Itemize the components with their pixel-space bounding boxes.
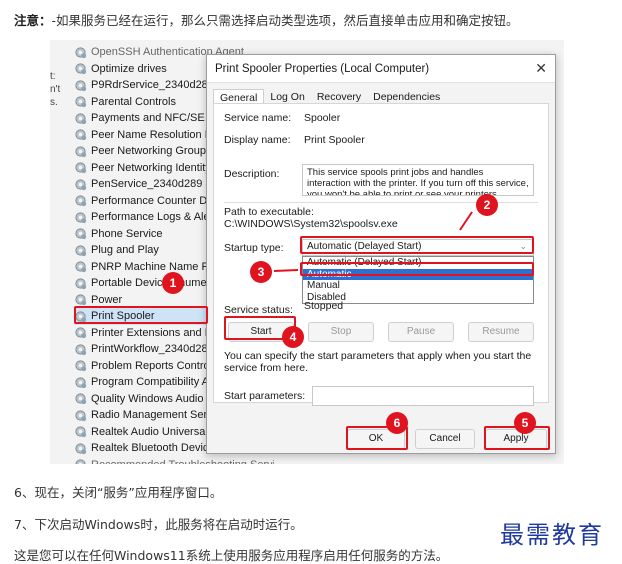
- arrow-3: [273, 269, 299, 272]
- step-badge-2: 2: [476, 194, 498, 216]
- watermark-logo: 最需教育: [500, 521, 604, 549]
- services-screenshot: t: n't s. OpenSSH Authentication Agent Op…: [50, 40, 564, 464]
- step-badge-6: 6: [386, 412, 408, 434]
- step-badge-5: 5: [514, 412, 536, 434]
- summary-text: 这是您可以在任何Windows11系统上使用服务应用程序启用任何服务的方法。: [14, 548, 449, 563]
- step-badge-4: 4: [282, 326, 304, 348]
- step-7-text: 7、下次启动Windows时，此服务将在启动时运行。: [14, 517, 303, 532]
- step-6-text: 6、现在，关闭“服务”应用程序窗口。: [14, 485, 223, 500]
- step-badge-3: 3: [250, 261, 272, 283]
- note-label: 注意：: [14, 13, 52, 28]
- note-text: -如果服务已经在运行，那么只需选择启动类型选项，然后直接单击应用和确定按钮。: [51, 13, 519, 28]
- annotation-arrows: [273, 211, 473, 272]
- note-line: 注意：-如果服务已经在运行，那么只需选择启动类型选项，然后直接单击应用和确定按钮…: [14, 10, 519, 29]
- arrow-2: [459, 211, 473, 231]
- step-badge-1: 1: [162, 272, 184, 294]
